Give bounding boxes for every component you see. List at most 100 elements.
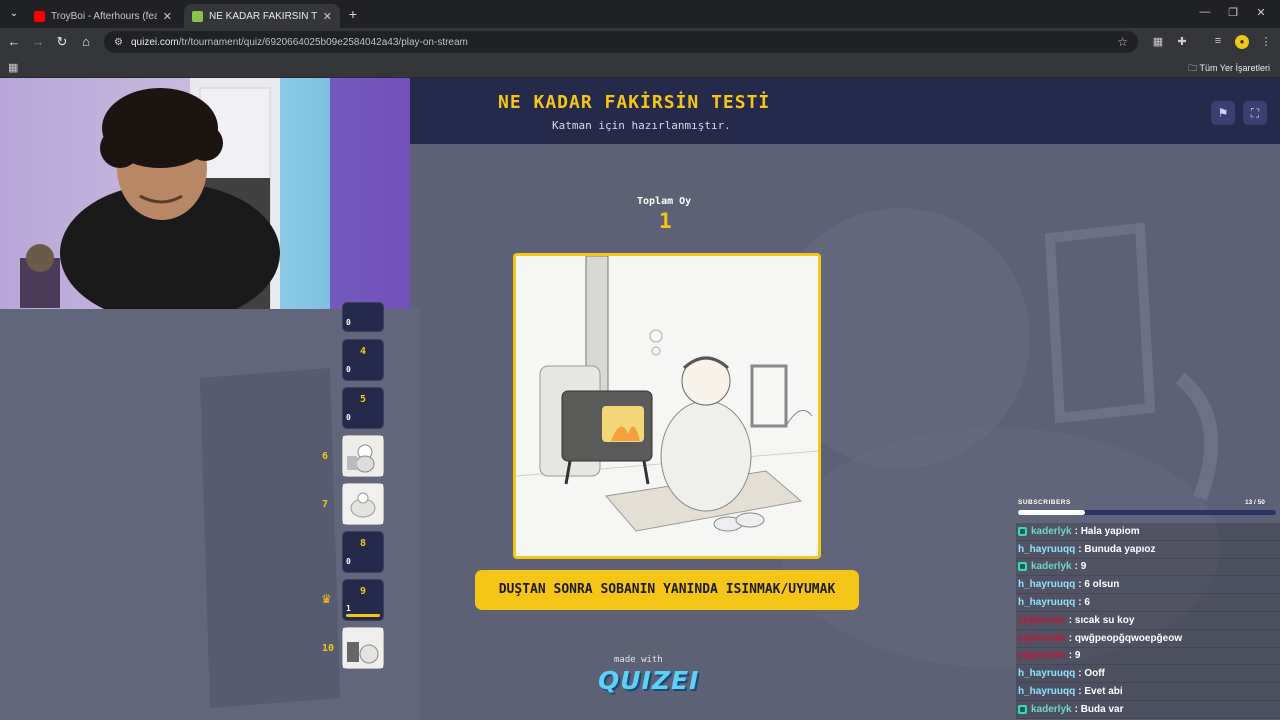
all-bookmarks-button[interactable]: 🗀 Tüm Yer İşaretleri <box>1188 61 1270 77</box>
subscribers-label: SUBSCRIBERS <box>1018 499 1071 506</box>
profile-avatar[interactable]: ● <box>1235 35 1249 49</box>
reload-icon[interactable]: ↻ <box>54 34 70 50</box>
chat-text: : qwğpeopğqwoepğeow <box>1068 632 1183 644</box>
quiz-header: NE KADAR FAKİRSİN TESTİ Katman için hazı… <box>410 78 1280 144</box>
chat-text: : 9 <box>1074 561 1087 573</box>
quiz-page: NE KADAR FAKİRSİN TESTİ Katman için hazı… <box>0 78 1280 720</box>
bookmarks-bar: ▦ 🗀 Tüm Yer İşaretleri <box>0 56 1280 78</box>
subscriber-badge-icon <box>1018 562 1027 572</box>
chat-username: h_hayruuqq <box>1018 597 1076 609</box>
bracket-rank: 7 <box>322 499 329 510</box>
bracket-thumbnail[interactable] <box>342 435 384 477</box>
bracket-vote-count: 1 <box>346 604 351 613</box>
minimize-icon[interactable]: — <box>1196 6 1214 18</box>
close-window-icon[interactable]: ✕ <box>1252 6 1270 19</box>
thumbnail-image <box>343 628 383 668</box>
browser-tab-strip: ⌄ TroyBoi - Afterhours (feat. Diplo ✕ NE… <box>0 0 1280 28</box>
chat-text: : 9 <box>1068 650 1081 662</box>
quiz-title: NE KADAR FAKİRSİN TESTİ <box>498 92 771 113</box>
back-icon[interactable]: ← <box>6 34 22 50</box>
tab-youtube[interactable]: TroyBoi - Afterhours (feat. Diplo ✕ <box>26 4 180 28</box>
home-icon[interactable]: ⌂ <box>78 34 94 50</box>
bracket-vote-count: 0 <box>346 557 351 566</box>
chat-username: yigitoroke <box>1018 632 1066 644</box>
bracket-vote-count: 0 <box>346 365 351 374</box>
tab-label: TroyBoi - Afterhours (feat. Diplo <box>51 10 157 22</box>
webcam-feed-image <box>0 78 410 309</box>
chat-username: kaderlyk <box>1031 561 1072 573</box>
forward-icon[interactable]: → <box>30 34 46 50</box>
extensions-puzzle-icon[interactable]: ✚ <box>1174 35 1190 49</box>
bracket-item[interactable]: 4 0 <box>342 339 384 381</box>
chat-message: kaderlyk: Hala yapiom <box>1016 523 1280 541</box>
bracket-rank: 6 <box>322 451 329 462</box>
bracket-vote-count: 0 <box>346 318 351 327</box>
option-image[interactable] <box>513 253 821 559</box>
chat-text: : Ooff <box>1078 668 1105 680</box>
new-tab-button[interactable]: + <box>344 6 362 22</box>
tab-quiz[interactable]: NE KADAR FAKİRSİN TESTİ - Tu ✕ <box>184 4 340 28</box>
made-with-label: made with <box>614 655 663 665</box>
site-info-icon[interactable]: ⚙ <box>114 37 123 48</box>
url-host: quizei.com <box>130 36 179 48</box>
menu-icon[interactable]: ⋮ <box>1258 35 1274 49</box>
thumbnail-image <box>343 436 383 476</box>
bracket-item[interactable]: 5 0 <box>342 387 384 429</box>
bracket-number: 4 <box>359 346 367 357</box>
quizei-favicon-icon <box>192 10 203 22</box>
fullscreen-button[interactable]: ⛶ <box>1243 101 1267 125</box>
bracket-item[interactable]: 8 0 <box>342 531 384 573</box>
total-votes-value: 1 <box>659 209 672 233</box>
media-control-icon[interactable]: ≡ <box>1210 35 1226 49</box>
fullscreen-icon: ⛶ <box>1250 106 1260 120</box>
extension-icon[interactable]: ▦ <box>1150 35 1166 49</box>
subscribers-count: 13 / 50 <box>1245 499 1265 506</box>
chat-overlay: kaderlyk: Hala yapiom h_hayruuqq: Bunuda … <box>1016 523 1280 719</box>
bracket-item[interactable]: 0 <box>342 302 384 332</box>
youtube-favicon-icon <box>34 10 45 22</box>
subscribers-progress-bar <box>1018 510 1276 515</box>
quizei-logo[interactable]: QUIZEI <box>598 666 699 695</box>
bracket-vote-count: 0 <box>346 413 351 422</box>
tab-label: NE KADAR FAKİRSİN TESTİ - Tu <box>209 10 317 22</box>
bracket-item-leading[interactable]: 9 1 <box>342 579 384 621</box>
apps-grid-icon[interactable]: ▦ <box>8 61 18 74</box>
close-tab-icon[interactable]: ✕ <box>163 10 172 23</box>
chat-message: yigitoroke: 9 <box>1016 647 1280 666</box>
chat-text: : sıcak su koy <box>1068 614 1135 626</box>
browser-toolbar: ← → ↻ ⌂ ⚙ quizei.com/tr/tournament/quiz/… <box>0 28 1280 56</box>
chat-username: yigitoroke <box>1018 650 1066 662</box>
url-path: /tr/tournament/quiz/6920664025b09e258404… <box>178 36 468 48</box>
chat-message: h_hayruuqq: Bunuda yapıoz <box>1016 540 1280 559</box>
chat-username: yigitoroke <box>1018 614 1066 626</box>
tab-search-icon[interactable]: ⌄ <box>6 6 22 22</box>
chat-text: : 6 olsun <box>1078 579 1120 591</box>
chat-message: yigitoroke: qwğpeopğqwoepğeow <box>1016 629 1280 648</box>
chat-text: : Buda var <box>1074 703 1124 715</box>
chat-text: : 6 <box>1078 597 1090 609</box>
bracket-number: 8 <box>359 538 367 549</box>
all-bookmarks-label: Tüm Yer İşaretleri <box>1199 63 1270 73</box>
option-label-button[interactable]: DUŞTAN SONRA SOBANIN YANINDA ISINMAK/UYU… <box>475 570 859 610</box>
close-tab-icon[interactable]: ✕ <box>323 10 332 23</box>
report-flag-button[interactable]: ⚑ <box>1211 101 1235 125</box>
restore-icon[interactable]: ❐ <box>1224 6 1242 19</box>
bracket-thumbnail[interactable] <box>342 627 384 669</box>
flag-icon: ⚑ <box>1217 106 1229 120</box>
thumbnail-image <box>343 484 383 524</box>
quiz-subtitle: Katman için hazırlanmıştır. <box>552 119 731 132</box>
chat-username: h_hayruuqq <box>1018 686 1076 698</box>
chat-username: h_hayruuqq <box>1018 668 1076 680</box>
subscriber-badge-icon <box>1018 526 1027 536</box>
chat-username: kaderlyk <box>1031 525 1072 537</box>
chat-message: h_hayruuqq: Ooff <box>1016 665 1280 684</box>
address-bar[interactable]: ⚙ quizei.com/tr/tournament/quiz/69206640… <box>104 31 1138 53</box>
chat-username: h_hayruuqq <box>1018 543 1076 555</box>
bookmark-star-icon[interactable]: ☆ <box>1117 35 1128 49</box>
chat-message: h_hayruuqq: Evet abi <box>1016 683 1280 701</box>
bracket-thumbnail[interactable] <box>342 483 384 525</box>
subscribers-progress-fill <box>1018 510 1086 515</box>
crown-icon: ♛ <box>321 592 332 606</box>
streamer-webcam <box>0 78 410 309</box>
chat-message: h_hayruuqq: 6 olsun <box>1016 576 1280 595</box>
